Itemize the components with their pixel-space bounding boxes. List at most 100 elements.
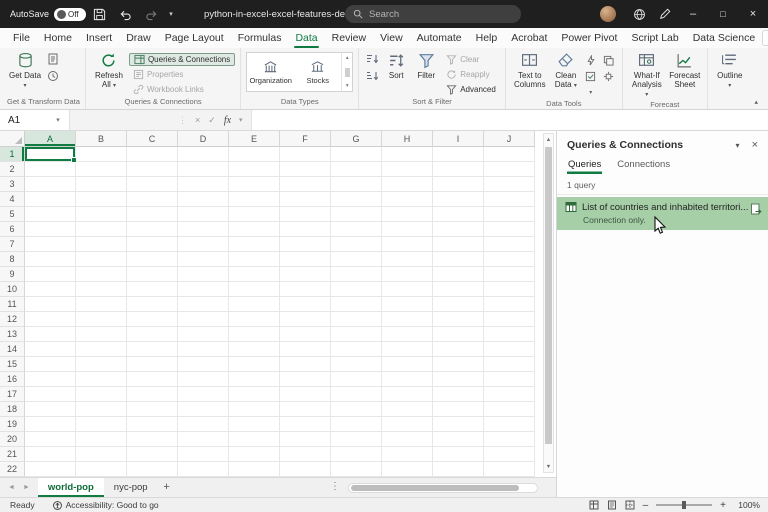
cell-H19[interactable]	[382, 417, 433, 432]
cell-E21[interactable]	[229, 447, 280, 462]
cell-B19[interactable]	[76, 417, 127, 432]
cell-D3[interactable]	[178, 177, 229, 192]
cell-D2[interactable]	[178, 162, 229, 177]
cell-A5[interactable]	[25, 207, 76, 222]
cell-J19[interactable]	[484, 417, 535, 432]
data-tools-more-chevron-icon[interactable]: ▾	[583, 85, 599, 99]
row-header-18[interactable]: 18	[0, 402, 25, 417]
minimize-button[interactable]: –	[678, 0, 708, 28]
cell-E2[interactable]	[229, 162, 280, 177]
cell-E12[interactable]	[229, 312, 280, 327]
column-header-I[interactable]: I	[433, 131, 484, 147]
cell-A13[interactable]	[25, 327, 76, 342]
row-header-15[interactable]: 15	[0, 357, 25, 372]
cell-J17[interactable]	[484, 387, 535, 402]
cell-H20[interactable]	[382, 432, 433, 447]
cell-H2[interactable]	[382, 162, 433, 177]
gallery-down-icon[interactable]: ▾	[346, 83, 349, 89]
cell-J22[interactable]	[484, 462, 535, 477]
cell-G12[interactable]	[331, 312, 382, 327]
cell-C9[interactable]	[127, 267, 178, 282]
cell-I6[interactable]	[433, 222, 484, 237]
cell-B18[interactable]	[76, 402, 127, 417]
cell-D21[interactable]	[178, 447, 229, 462]
row-header-13[interactable]: 13	[0, 327, 25, 342]
cell-D18[interactable]	[178, 402, 229, 417]
cell-E18[interactable]	[229, 402, 280, 417]
cell-A17[interactable]	[25, 387, 76, 402]
cell-B3[interactable]	[76, 177, 127, 192]
cell-E3[interactable]	[229, 177, 280, 192]
cell-D20[interactable]	[178, 432, 229, 447]
cell-C16[interactable]	[127, 372, 178, 387]
autosave-switch[interactable]: Off	[54, 8, 86, 21]
cell-C17[interactable]	[127, 387, 178, 402]
cell-D14[interactable]	[178, 342, 229, 357]
cell-G6[interactable]	[331, 222, 382, 237]
cell-A22[interactable]	[25, 462, 76, 477]
ribbon-tab-insert[interactable]: Insert	[79, 28, 119, 48]
cell-C4[interactable]	[127, 192, 178, 207]
cell-I22[interactable]	[433, 462, 484, 477]
cancel-formula-icon[interactable]: ×	[195, 115, 200, 125]
text-to-columns-button[interactable]: Text to Columns	[511, 51, 549, 90]
cell-J9[interactable]	[484, 267, 535, 282]
vertical-scrollbar[interactable]: ▲ ▼	[543, 133, 554, 473]
cell-H9[interactable]	[382, 267, 433, 282]
ribbon-tab-review[interactable]: Review	[325, 28, 373, 48]
cell-B11[interactable]	[76, 297, 127, 312]
ribbon-tab-acrobat[interactable]: Acrobat	[504, 28, 554, 48]
cell-J7[interactable]	[484, 237, 535, 252]
cell-D19[interactable]	[178, 417, 229, 432]
cell-J2[interactable]	[484, 162, 535, 177]
cell-A4[interactable]	[25, 192, 76, 207]
ribbon-tab-script-lab[interactable]: Script Lab	[624, 28, 685, 48]
cell-B7[interactable]	[76, 237, 127, 252]
cell-H12[interactable]	[382, 312, 433, 327]
ribbon-tab-data[interactable]: Data	[288, 28, 324, 48]
cell-I4[interactable]	[433, 192, 484, 207]
cell-B15[interactable]	[76, 357, 127, 372]
cell-C10[interactable]	[127, 282, 178, 297]
horizontal-scrollbar[interactable]	[348, 483, 538, 493]
cell-I8[interactable]	[433, 252, 484, 267]
ribbon-tab-view[interactable]: View	[373, 28, 410, 48]
cell-F18[interactable]	[280, 402, 331, 417]
filter-button[interactable]: Filter	[412, 51, 440, 81]
collapse-ribbon-chevron-icon[interactable]: ▴	[754, 98, 758, 106]
cell-B4[interactable]	[76, 192, 127, 207]
cell-G21[interactable]	[331, 447, 382, 462]
cell-I1[interactable]	[433, 147, 484, 162]
cell-G8[interactable]	[331, 252, 382, 267]
save-button[interactable]	[86, 0, 112, 28]
zoom-in-button[interactable]: +	[720, 500, 726, 511]
cell-A18[interactable]	[25, 402, 76, 417]
cell-F3[interactable]	[280, 177, 331, 192]
properties-button[interactable]: Properties	[129, 68, 235, 81]
cell-B9[interactable]	[76, 267, 127, 282]
row-header-22[interactable]: 22	[0, 462, 25, 477]
cell-A20[interactable]	[25, 432, 76, 447]
cell-F21[interactable]	[280, 447, 331, 462]
cell-J16[interactable]	[484, 372, 535, 387]
get-data-button[interactable]: Get Data ▾	[7, 51, 43, 91]
cell-B12[interactable]	[76, 312, 127, 327]
maximize-button[interactable]: □	[708, 0, 738, 28]
row-header-21[interactable]: 21	[0, 447, 25, 462]
cell-J20[interactable]	[484, 432, 535, 447]
cell-I21[interactable]	[433, 447, 484, 462]
cell-F8[interactable]	[280, 252, 331, 267]
scroll-down-icon[interactable]: ▼	[544, 461, 553, 472]
cell-J1[interactable]	[484, 147, 535, 162]
sort-descending-button[interactable]	[364, 69, 380, 83]
cell-C18[interactable]	[127, 402, 178, 417]
cell-D9[interactable]	[178, 267, 229, 282]
cell-J4[interactable]	[484, 192, 535, 207]
row-header-7[interactable]: 7	[0, 237, 25, 252]
cell-G19[interactable]	[331, 417, 382, 432]
name-box[interactable]: A1 ▾	[0, 110, 70, 130]
cell-G3[interactable]	[331, 177, 382, 192]
column-header-J[interactable]: J	[484, 131, 535, 147]
cell-B20[interactable]	[76, 432, 127, 447]
data-validation-button[interactable]	[583, 69, 599, 83]
